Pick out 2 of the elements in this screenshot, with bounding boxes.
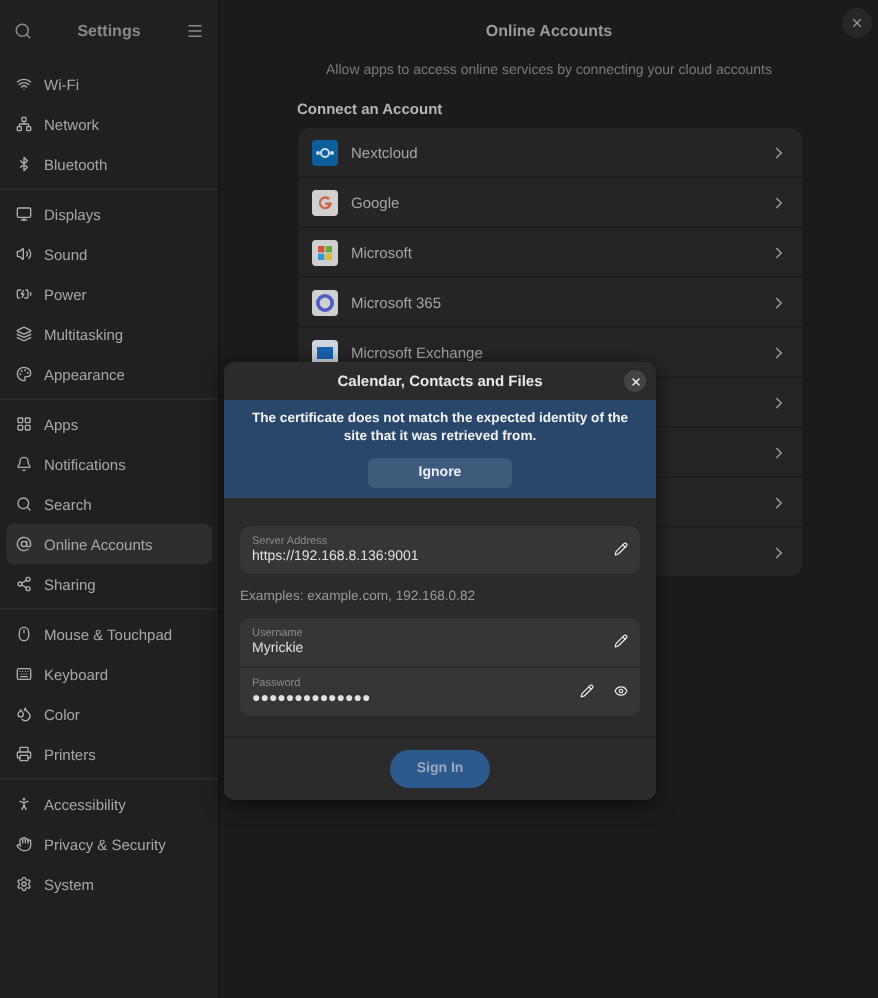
- sidebar-title: Settings: [77, 21, 141, 39]
- page-title: Online Accounts: [485, 21, 613, 39]
